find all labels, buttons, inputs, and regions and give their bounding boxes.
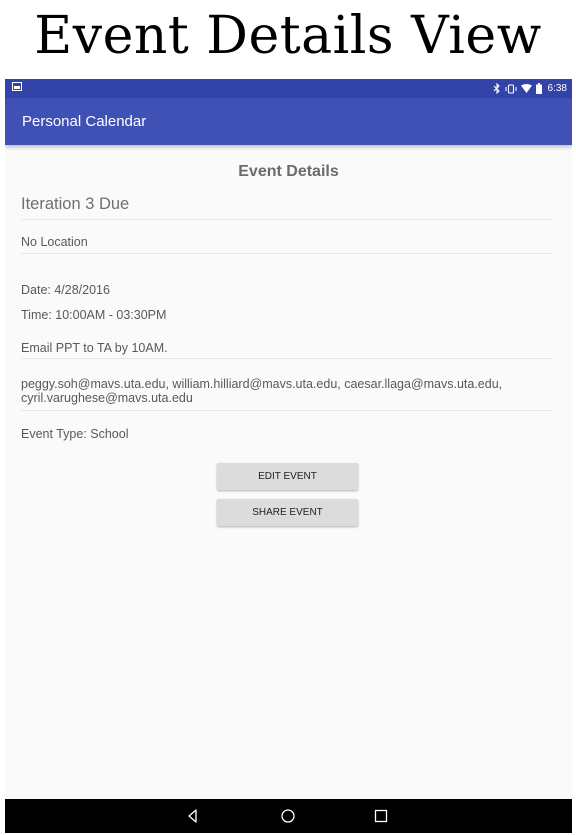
vibrate-icon [505, 83, 517, 94]
edit-event-button[interactable]: EDIT EVENT [217, 463, 358, 490]
event-time: Time: 10:00AM - 03:30PM [21, 308, 167, 322]
event-title: Iteration 3 Due [21, 195, 553, 220]
page-title: Event Details [238, 163, 339, 180]
back-icon[interactable] [185, 808, 201, 824]
app-title: Personal Calendar [22, 113, 147, 130]
event-attendees: peggy.soh@mavs.uta.edu, william.hilliard… [21, 377, 553, 411]
status-icons: 6:38 [493, 81, 567, 96]
battery-icon [535, 83, 542, 94]
bluetooth-icon [493, 83, 500, 94]
share-event-button[interactable]: SHARE EVENT [217, 499, 358, 526]
event-date: Date: 4/28/2016 [21, 283, 110, 297]
event-description: Email PPT to TA by 10AM. [21, 341, 553, 359]
event-location: No Location [21, 235, 553, 254]
wifi-icon [520, 84, 532, 93]
status-bar: 6:38 [5, 79, 572, 98]
navigation-bar [5, 799, 572, 833]
image-icon [12, 82, 22, 91]
home-icon[interactable] [280, 808, 296, 824]
clock: 6:38 [547, 83, 567, 94]
recents-icon[interactable] [373, 808, 389, 824]
device-screen: 6:38 Personal Calendar Event Details Ite… [5, 79, 572, 833]
page-caption: Event Details View [34, 6, 542, 66]
app-bar: Personal Calendar [5, 98, 572, 145]
event-type: Event Type: School [21, 427, 129, 441]
